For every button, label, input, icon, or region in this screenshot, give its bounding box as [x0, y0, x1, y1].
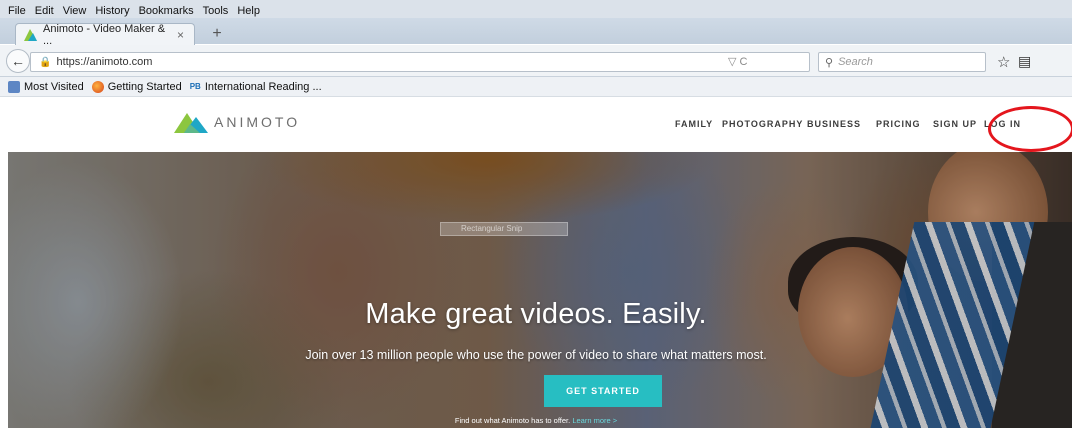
menu-file[interactable]: File	[8, 5, 26, 17]
search-placeholder: Search	[838, 56, 873, 68]
menu-view[interactable]: View	[63, 5, 87, 17]
menu-edit[interactable]: Edit	[35, 5, 54, 17]
library-icon[interactable]: ▤	[1018, 53, 1031, 70]
bookmark-international-reading[interactable]: PB International Reading ...	[190, 81, 322, 93]
logo-text: ANIMOTO	[214, 114, 301, 130]
nav-business[interactable]: BUSINESS	[807, 119, 861, 129]
footnote-text: Find out what Animoto has to offer.	[454, 416, 571, 425]
tab-strip: Animoto - Video Maker & ... × +	[0, 18, 1072, 47]
bookmark-most-visited[interactable]: Most Visited	[8, 80, 84, 93]
firefox-icon	[91, 80, 104, 93]
lock-icon: 🔒	[39, 56, 52, 68]
bookmark-label: Getting Started	[107, 80, 182, 93]
hero-headline: Make great videos. Easily.	[365, 298, 707, 330]
nav-toolbar: ← 🔒 https://animoto.com ▽ C ⚲ Search ☆ ▤	[0, 45, 1072, 77]
hero-overlay	[8, 152, 1072, 428]
back-button[interactable]: ←	[6, 49, 30, 73]
back-arrow-icon: ←	[11, 53, 25, 69]
nav-photography[interactable]: PHOTOGRAPHY	[722, 119, 803, 129]
animoto-favicon-icon	[24, 28, 37, 41]
animoto-logo-icon	[174, 113, 208, 133]
bookmark-getting-started[interactable]: Getting Started	[91, 80, 182, 93]
snip-tool-label: Rectangular Snip	[440, 222, 568, 236]
url-bar[interactable]: 🔒 https://animoto.com	[30, 52, 810, 72]
learn-more-link[interactable]: Learn more >	[572, 416, 617, 425]
bookmark-label: International Reading ...	[204, 80, 322, 93]
animoto-logo[interactable]: ANIMOTO	[174, 111, 300, 133]
hero-banner: Rectangular Snip Make great videos. Easi…	[8, 152, 1072, 428]
menu-bookmarks[interactable]: Bookmarks	[139, 5, 194, 17]
site-header: ANIMOTO FAMILY PHOTOGRAPHY BUSINESS PRIC…	[0, 97, 1072, 152]
menu-history[interactable]: History	[95, 5, 129, 17]
search-input[interactable]: ⚲ Search	[818, 52, 986, 72]
reload-icon[interactable]: ▽ C	[728, 55, 747, 68]
url-text: https://animoto.com	[56, 56, 153, 68]
most-visited-icon	[8, 80, 20, 93]
nav-pricing[interactable]: PRICING	[876, 119, 921, 129]
tab-close-icon[interactable]: ×	[177, 28, 184, 42]
new-tab-button[interactable]: +	[207, 24, 227, 44]
screen: File Edit View History Bookmarks Tools H…	[0, 0, 1072, 428]
tab-animoto[interactable]: Animoto - Video Maker & ... ×	[15, 22, 195, 47]
pb-icon: PB	[189, 82, 201, 91]
bookmark-star-icon[interactable]: ☆	[997, 53, 1010, 71]
menu-help[interactable]: Help	[237, 5, 260, 17]
get-started-button[interactable]: GET STARTED	[544, 375, 662, 407]
nav-family[interactable]: FAMILY	[675, 119, 713, 129]
search-icon: ⚲	[825, 56, 834, 69]
tab-title: Animoto - Video Maker & ...	[43, 22, 166, 47]
menu-tools[interactable]: Tools	[203, 5, 229, 17]
annotation-circle	[988, 106, 1072, 152]
bookmark-label: Most Visited	[24, 80, 84, 93]
hero-footnote: Find out what Animoto has to offer. Lear…	[8, 416, 1064, 425]
nav-sign-up[interactable]: SIGN UP	[933, 119, 977, 129]
bookmarks-toolbar: Most Visited Getting Started PB Internat…	[0, 77, 1072, 97]
hero-subline: Join over 13 million people who use the …	[305, 348, 767, 362]
